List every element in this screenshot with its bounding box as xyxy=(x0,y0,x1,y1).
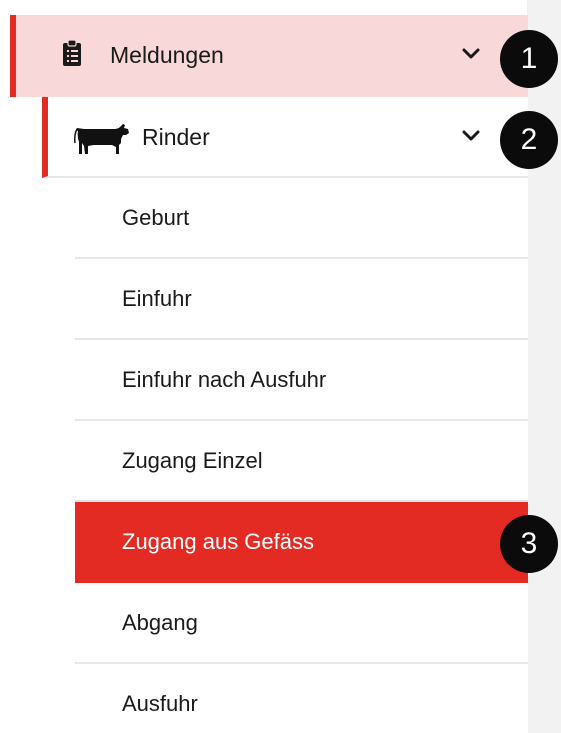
menu-item-label: Meldungen xyxy=(110,42,224,68)
submenu-item-label: Zugang Einzel xyxy=(122,448,263,473)
menu-item-meldungen[interactable]: Meldungen xyxy=(10,15,528,97)
submenu-item-einfuhr-nach-ausfuhr[interactable]: Einfuhr nach Ausfuhr xyxy=(75,340,528,421)
submenu-item-abgang[interactable]: Abgang xyxy=(75,583,528,664)
submenu-item-label: Einfuhr xyxy=(122,286,192,311)
scroll-gutter xyxy=(527,0,561,733)
callout-badge: 1 xyxy=(500,30,558,88)
chevron-down-icon[interactable] xyxy=(462,130,480,142)
submenu-item-label: Ausfuhr xyxy=(122,691,198,716)
menu-item-rinder[interactable]: Rinder xyxy=(42,97,528,178)
submenu-item-label: Zugang aus Gefäss xyxy=(122,529,315,554)
cow-icon xyxy=(74,124,129,154)
menu-item-label: Rinder xyxy=(142,124,210,150)
submenu-item-zugang-aus-gefaess[interactable]: Zugang aus Gefäss xyxy=(75,502,528,583)
callout-badge: 3 xyxy=(500,515,558,573)
clipboard-icon xyxy=(63,39,81,66)
submenu-item-label: Einfuhr nach Ausfuhr xyxy=(122,367,327,392)
navigation-panel: Meldungen Rinder Geburt Einfuhr Einfuhr … xyxy=(0,0,561,733)
submenu-item-ausfuhr[interactable]: Ausfuhr xyxy=(75,664,528,733)
submenu-item-geburt[interactable]: Geburt xyxy=(75,178,528,259)
submenu-item-label: Geburt xyxy=(122,205,190,230)
submenu-item-zugang-einzel[interactable]: Zugang Einzel xyxy=(75,421,528,502)
submenu-item-einfuhr[interactable]: Einfuhr xyxy=(75,259,528,340)
submenu-item-label: Abgang xyxy=(122,610,198,635)
callout-badge: 2 xyxy=(500,111,558,169)
chevron-down-icon[interactable] xyxy=(462,48,480,60)
